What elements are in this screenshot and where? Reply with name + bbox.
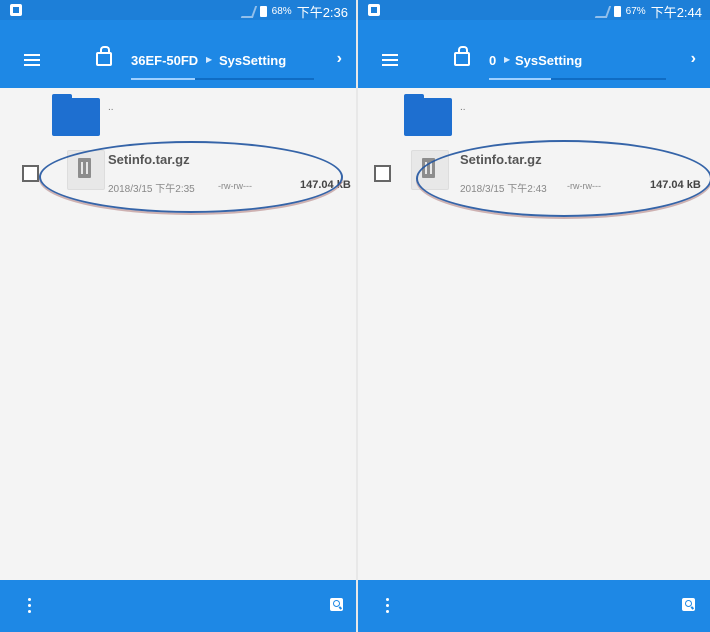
file-name: Setinfo.tar.gz xyxy=(108,152,190,167)
parent-directory-row[interactable]: .. xyxy=(0,88,356,140)
clock: 下午2:36 xyxy=(296,5,348,20)
parent-directory-row[interactable]: .. xyxy=(358,88,710,140)
toolbar: 0 ▶ SysSetting › xyxy=(358,20,710,88)
breadcrumb-separator-icon: ▶ xyxy=(504,55,511,64)
search-icon[interactable] xyxy=(682,598,695,611)
file-list: .. Setinfo.tar.gz 2018/3/15 下午2:35 -rw-r… xyxy=(0,88,356,580)
parent-directory-label: .. xyxy=(460,102,466,113)
file-name: Setinfo.tar.gz xyxy=(460,152,542,167)
battery-icon xyxy=(613,6,621,17)
signal-icon xyxy=(240,5,257,18)
archive-file-icon xyxy=(411,150,449,190)
file-permissions: -rw-rw--- xyxy=(218,181,252,191)
chevron-right-icon[interactable]: › xyxy=(691,50,696,68)
left-screen: 68% 下午2:36 36EF-50FD ▶ SysSetting › .. S… xyxy=(0,0,356,632)
file-date: 2018/3/15 下午2:43 xyxy=(460,184,547,195)
path-progress xyxy=(489,78,666,80)
bottom-bar xyxy=(358,580,710,632)
status-right: 67% 下午2:44 xyxy=(594,2,702,21)
lock-icon[interactable] xyxy=(454,46,470,66)
bottom-bar xyxy=(0,580,356,632)
file-checkbox[interactable] xyxy=(22,165,39,182)
notification-icon xyxy=(368,4,380,16)
breadcrumb-device[interactable]: 0 xyxy=(489,53,496,68)
folder-icon xyxy=(52,94,100,136)
battery-icon xyxy=(259,6,267,17)
toolbar: 36EF-50FD ▶ SysSetting › xyxy=(0,20,356,88)
search-icon[interactable] xyxy=(330,598,343,611)
battery-percent: 67% xyxy=(625,6,646,17)
menu-icon[interactable] xyxy=(24,54,40,66)
folder-icon xyxy=(404,94,452,136)
status-bar: 68% 下午2:36 xyxy=(0,0,356,20)
more-options-icon[interactable] xyxy=(28,598,31,613)
path-progress xyxy=(131,78,314,80)
parent-directory-label: .. xyxy=(108,102,114,113)
status-right: 68% 下午2:36 xyxy=(240,2,348,21)
right-screen: 67% 下午2:44 0 ▶ SysSetting › .. Setinfo.t… xyxy=(358,0,710,632)
breadcrumb-separator-icon: ▶ xyxy=(206,55,213,64)
file-list: .. Setinfo.tar.gz 2018/3/15 下午2:43 -rw-r… xyxy=(358,88,710,580)
status-bar: 67% 下午2:44 xyxy=(358,0,710,20)
menu-icon[interactable] xyxy=(382,54,398,66)
breadcrumb-folder[interactable]: SysSetting xyxy=(515,53,582,68)
battery-percent: 68% xyxy=(271,6,292,17)
breadcrumb-folder[interactable]: SysSetting xyxy=(219,53,286,68)
file-size: 147.04 kB xyxy=(300,179,351,191)
breadcrumb-device[interactable]: 36EF-50FD xyxy=(131,53,198,68)
file-date: 2018/3/15 下午2:35 xyxy=(108,184,195,195)
archive-file-icon xyxy=(67,150,105,190)
file-size: 147.04 kB xyxy=(650,179,701,191)
chevron-right-icon[interactable]: › xyxy=(337,50,342,68)
more-options-icon[interactable] xyxy=(386,598,389,613)
lock-icon[interactable] xyxy=(96,46,112,66)
notification-icon xyxy=(10,4,22,16)
file-permissions: -rw-rw--- xyxy=(567,181,601,191)
file-checkbox[interactable] xyxy=(374,165,391,182)
signal-icon xyxy=(594,5,611,18)
clock: 下午2:44 xyxy=(650,5,702,20)
